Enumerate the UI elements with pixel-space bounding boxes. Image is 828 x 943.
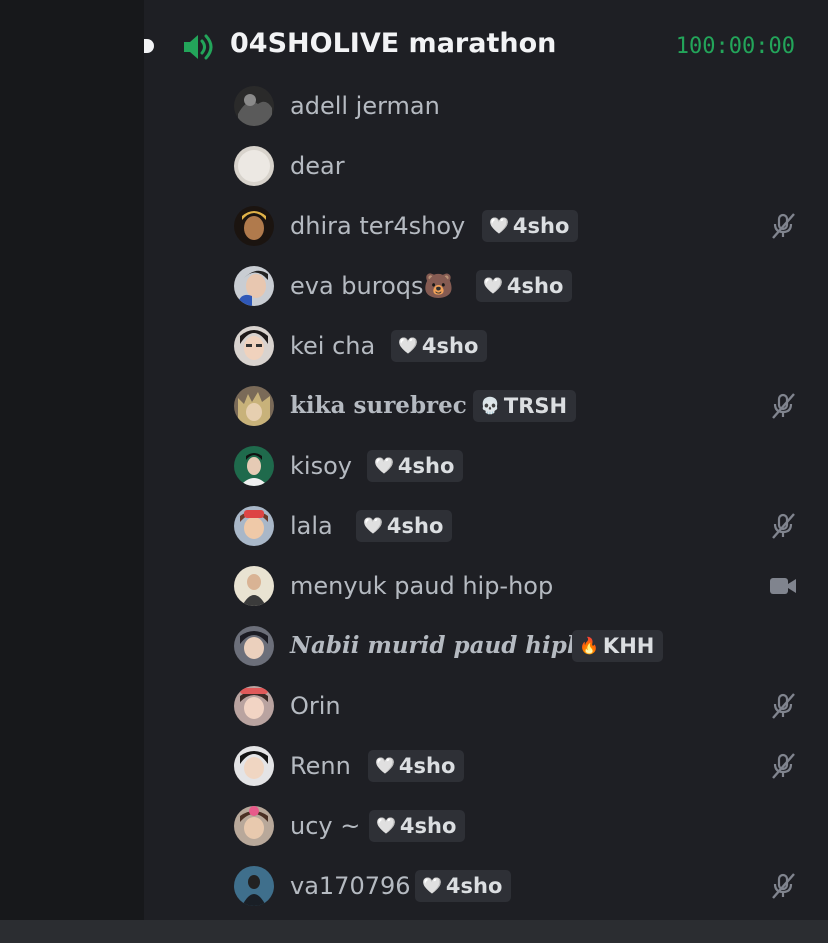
voice-member-row[interactable]: kei cha 🤍 4sho [222, 320, 812, 372]
mic-muted-icon [772, 753, 795, 779]
member-name: lala [290, 512, 333, 540]
member-name: kisoy [290, 452, 352, 480]
role-tag-text: 4sho [445, 874, 503, 898]
avatar [234, 746, 274, 786]
voice-member-row[interactable]: adell jerman [222, 80, 812, 132]
role-tag: 🤍 4sho [356, 510, 453, 542]
avatar [234, 146, 274, 186]
mic-muted-icon [772, 213, 795, 239]
voice-member-row[interactable]: dear [222, 140, 812, 192]
channel-timer: 100:00:00 [675, 34, 795, 59]
voice-channel-panel: 04SHOLIVE marathon 100:00:00 adell jerma… [0, 0, 828, 943]
bottom-bar [0, 920, 828, 943]
mic-muted-icon [772, 693, 795, 719]
voice-member-row[interactable]: kisoy 🤍 4sho [222, 440, 812, 492]
white-heart-icon: 🤍 [483, 276, 503, 295]
role-tag-text: 4sho [506, 274, 564, 298]
member-name: eva buroqs🐻 [290, 272, 454, 300]
voice-member-row[interactable]: eva buroqs🐻 🤍 4sho [222, 260, 812, 312]
mic-muted-icon [772, 513, 795, 539]
role-tag: 🤍 4sho [415, 870, 512, 902]
role-tag-text: 4sho [386, 514, 444, 538]
white-heart-icon: 🤍 [376, 816, 396, 835]
unread-indicator [144, 39, 154, 53]
voice-member-row[interactable]: lala 🤍 4sho [222, 500, 812, 552]
role-tag-text: KHH [602, 634, 655, 658]
fire-icon: 🔥 [579, 636, 599, 655]
member-name: va170796 [290, 872, 411, 900]
skull-icon: 💀 [480, 396, 500, 415]
role-tag: 🔥 KHH [572, 630, 664, 662]
member-name: dear [290, 152, 345, 180]
avatar [234, 206, 274, 246]
role-tag-text: 4sho [512, 214, 570, 238]
role-tag-text: 4sho [421, 334, 479, 358]
voice-member-row[interactable]: ucy ~ 🤍 4sho [222, 800, 812, 852]
white-heart-icon: 🤍 [375, 756, 395, 775]
role-tag: 🤍 4sho [391, 330, 488, 362]
avatar [234, 866, 274, 906]
role-tag: 🤍 4sho [369, 810, 466, 842]
video-camera-icon [770, 578, 796, 594]
role-tag: 🤍 4sho [368, 750, 465, 782]
role-tag: 💀 TRSH [473, 390, 577, 422]
mic-muted-icon [772, 393, 795, 419]
avatar [234, 806, 274, 846]
member-name: adell jerman [290, 92, 440, 120]
avatar [234, 566, 274, 606]
left-rail [0, 0, 144, 920]
voice-member-row[interactable]: menyuk paud hip-hop [222, 560, 812, 612]
role-tag: 🤍 4sho [367, 450, 464, 482]
member-name: menyuk paud hip-hop [290, 572, 554, 600]
avatar [234, 386, 274, 426]
avatar [234, 326, 274, 366]
white-heart-icon: 🤍 [489, 216, 509, 235]
voice-member-row[interactable]: va170796 🤍 4sho [222, 860, 812, 912]
avatar [234, 446, 274, 486]
role-tag: 🤍 4sho [476, 270, 573, 302]
speaker-icon [184, 34, 213, 60]
member-name: dhira ter4shoy [290, 212, 466, 240]
white-heart-icon: 🤍 [398, 336, 418, 355]
role-tag-text: 4sho [399, 814, 457, 838]
member-name: ucy ~ [290, 812, 361, 840]
role-tag-text: 4sho [397, 454, 455, 478]
role-tag-text: 4sho [398, 754, 456, 778]
channel-name: 04SHOLIVE marathon [230, 28, 557, 59]
mic-muted-icon [772, 873, 795, 899]
avatar [234, 86, 274, 126]
voice-member-row[interactable]: 𝐤𝐢𝐤𝐚 𝐬𝐮𝐫𝐞𝐛𝐫𝐞𝐜 💀 TRSH [222, 380, 812, 432]
member-name: Orin [290, 692, 341, 720]
white-heart-icon: 🤍 [422, 876, 442, 895]
white-heart-icon: 🤍 [363, 516, 383, 535]
member-name: Nabii murid paud hiphop [290, 632, 615, 659]
voice-member-row[interactable]: Nabii murid paud hiphop 🔥 KHH [222, 620, 812, 672]
role-tag: 🤍 4sho [482, 210, 579, 242]
role-tag-text: TRSH [503, 394, 568, 418]
avatar [234, 266, 274, 306]
voice-member-row[interactable]: Orin [222, 680, 812, 732]
member-name: kei cha [290, 332, 376, 360]
white-heart-icon: 🤍 [374, 456, 394, 475]
voice-channel-header[interactable]: 04SHOLIVE marathon 100:00:00 [144, 20, 828, 76]
voice-member-row[interactable]: dhira ter4shoy 🤍 4sho [222, 200, 812, 252]
avatar [234, 626, 274, 666]
avatar [234, 506, 274, 546]
member-name: Renn [290, 752, 351, 780]
member-name: 𝐤𝐢𝐤𝐚 𝐬𝐮𝐫𝐞𝐛𝐫𝐞𝐜 [290, 392, 467, 419]
avatar [234, 686, 274, 726]
voice-member-row[interactable]: Renn 🤍 4sho [222, 740, 812, 792]
